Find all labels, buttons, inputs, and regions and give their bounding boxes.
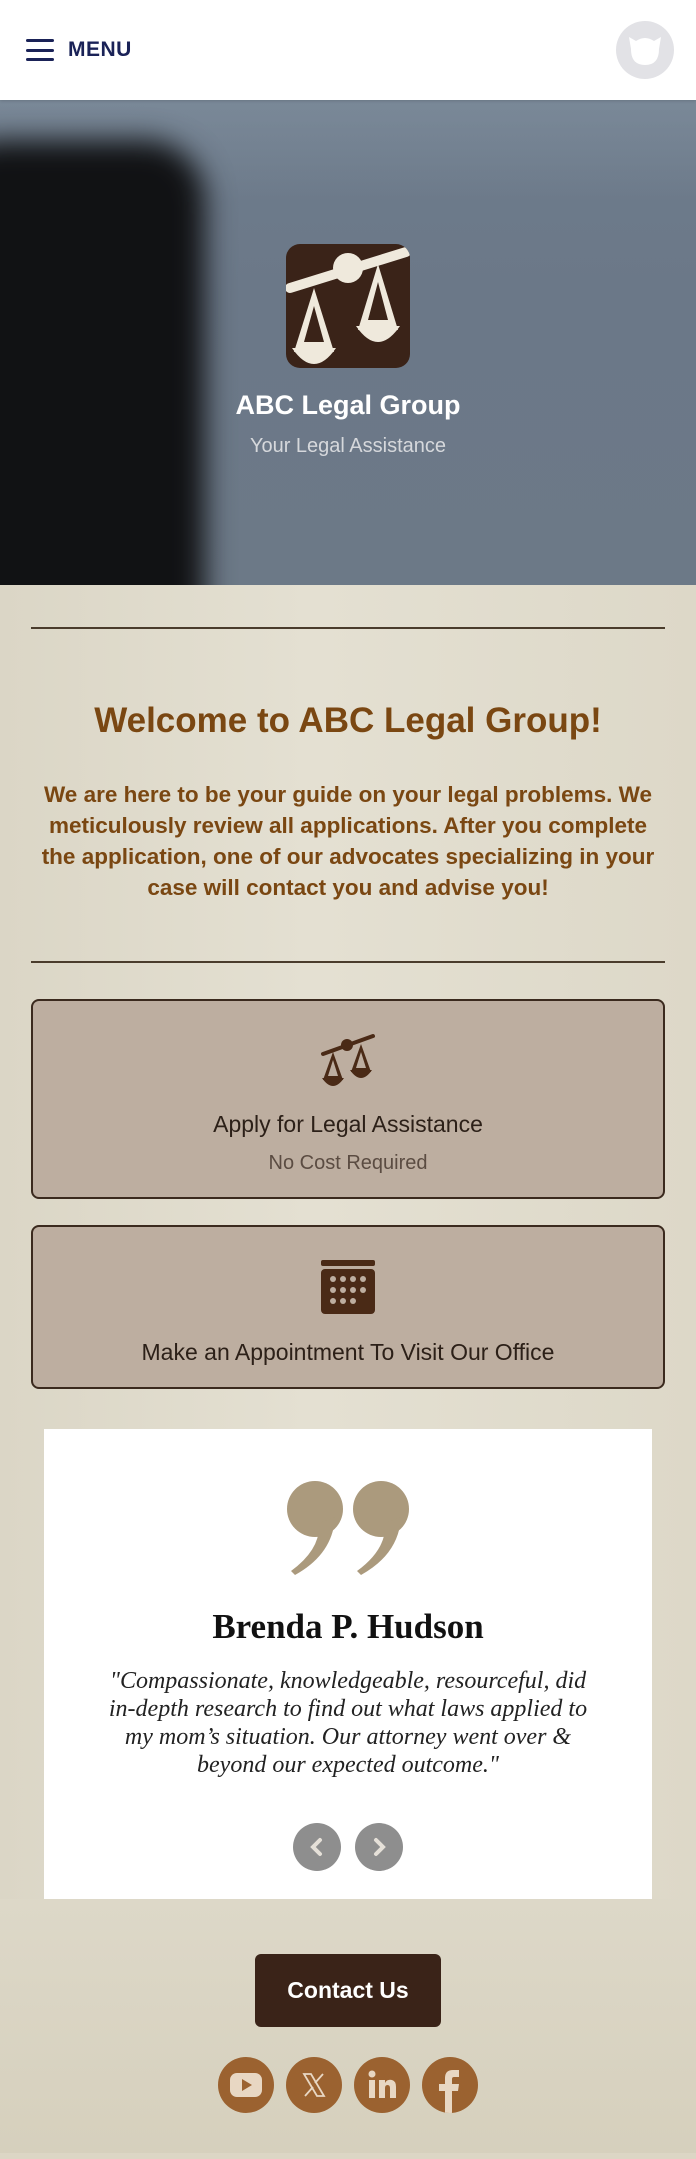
scales-icon <box>321 1034 375 1086</box>
welcome-title: Welcome to ABC Legal Group! <box>94 701 602 740</box>
x-link[interactable] <box>286 2057 342 2113</box>
contact-us-button[interactable]: Contact Us <box>255 1954 441 2027</box>
scales-of-justice-icon <box>286 247 410 364</box>
make-appointment-card[interactable]: Make an Appointment To Visit Our Office <box>31 1225 665 1389</box>
chevron-right-icon <box>374 1838 386 1856</box>
main-content: Welcome to ABC Legal Group! We are here … <box>0 585 696 2153</box>
hero-banner: ABC Legal Group Your Legal Assistance <box>0 100 696 585</box>
welcome-text: We are here to be your guide on your leg… <box>41 782 655 900</box>
x-icon <box>302 2073 326 2097</box>
hamburger-icon <box>26 39 54 61</box>
youtube-link[interactable] <box>218 2057 274 2113</box>
testimonial-carousel: Brenda P. Hudson "Compassionate, knowled… <box>44 1429 652 1899</box>
apply-legal-assistance-card[interactable]: Apply for Legal Assistance No Cost Requi… <box>31 999 665 1199</box>
menu-button[interactable]: MENU <box>26 38 132 62</box>
user-avatar-icon <box>629 37 661 65</box>
linkedin-icon <box>368 2070 396 2098</box>
previous-testimonial-button[interactable] <box>293 1823 341 1871</box>
footer: Contact Us <box>0 1899 696 2153</box>
appointment-card-title: Make an Appointment To Visit Our Office <box>141 1339 555 1365</box>
social-links <box>0 2057 696 2113</box>
facebook-icon <box>439 2070 459 2113</box>
user-avatar-button[interactable] <box>616 21 674 79</box>
hero-title: ABC Legal Group <box>235 390 461 420</box>
calendar-icon <box>321 1260 375 1314</box>
hero-subtitle: Your Legal Assistance <box>249 435 447 457</box>
testimonial-text: "Compassionate, knowledgeable, resourcef… <box>108 1668 588 1778</box>
youtube-icon <box>230 2073 262 2097</box>
top-bar: MENU <box>0 0 696 100</box>
menu-label: MENU <box>68 38 132 61</box>
divider <box>31 627 665 629</box>
logo <box>286 244 410 368</box>
next-testimonial-button[interactable] <box>355 1823 403 1871</box>
testimonial-author: Brenda P. Hudson <box>212 1607 484 1646</box>
linkedin-link[interactable] <box>354 2057 410 2113</box>
divider <box>31 961 665 963</box>
facebook-link[interactable] <box>422 2057 478 2113</box>
chevron-left-icon <box>310 1838 322 1856</box>
quote-icon <box>287 1481 409 1575</box>
apply-card-title: Apply for Legal Assistance <box>213 1111 483 1137</box>
apply-card-subtitle: No Cost Required <box>268 1152 428 1174</box>
